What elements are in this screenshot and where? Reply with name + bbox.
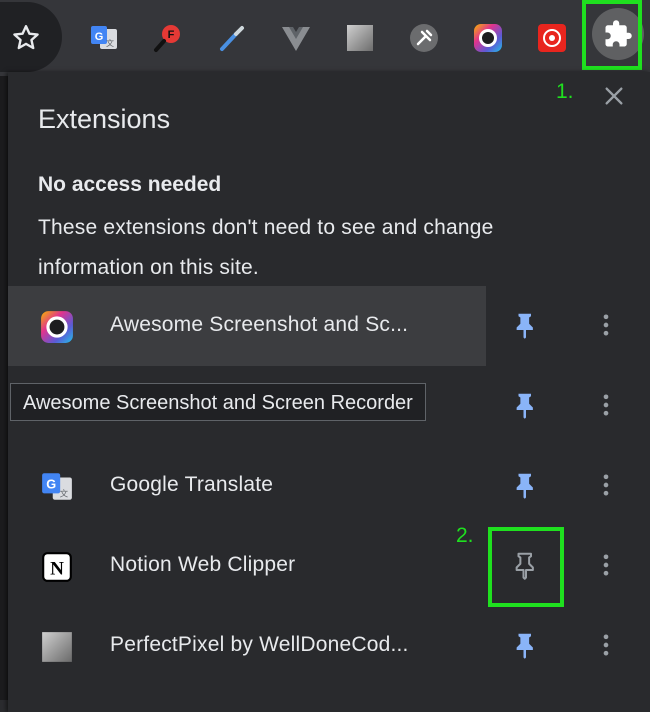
extension-item-perfectpixel[interactable]: PerfectPixel by WellDoneCod... — [8, 606, 650, 686]
browser-toolbar: G 文 F — [0, 0, 650, 76]
more-options-button[interactable] — [592, 630, 620, 660]
awesome-screenshot-icon[interactable] — [472, 20, 504, 56]
svg-text:文: 文 — [106, 38, 114, 48]
notion-icon: N — [40, 550, 74, 584]
more-vert-icon — [603, 474, 609, 496]
more-options-button[interactable] — [592, 310, 620, 340]
extension-label: Awesome Screenshot and Sc... — [110, 313, 409, 336]
pin-button[interactable] — [511, 470, 541, 500]
extensions-highlight-box — [582, 0, 642, 70]
red-recorder-icon[interactable] — [536, 20, 568, 56]
svg-text:G: G — [46, 477, 56, 492]
perfectpixel-icon[interactable] — [344, 20, 376, 56]
tooltip: Awesome Screenshot and Screen Recorder — [10, 383, 426, 421]
awesome-screenshot-icon — [40, 310, 74, 344]
svg-text:N: N — [50, 558, 64, 579]
panel-title: Extensions — [38, 104, 171, 134]
pin-button[interactable] — [511, 310, 541, 340]
extension-label: PerfectPixel by WellDoneCod... — [110, 633, 409, 656]
google-translate-icon: G 文 — [40, 470, 74, 504]
extension-label: Notion Web Clipper — [110, 553, 296, 576]
svg-text:文: 文 — [60, 489, 69, 500]
bookmark-star-icon[interactable] — [10, 21, 42, 55]
more-vert-icon — [603, 634, 609, 656]
svg-text:F: F — [168, 29, 175, 41]
pin-filled-icon — [516, 393, 533, 419]
pin-highlight-box — [488, 527, 564, 607]
extension-label: Google Translate — [110, 473, 274, 496]
color-picker-icon[interactable] — [216, 20, 248, 56]
close-button[interactable] — [600, 82, 628, 110]
more-vert-icon — [603, 554, 609, 576]
step-2-annotation: 2. — [456, 524, 474, 547]
pin-filled-icon — [516, 633, 533, 659]
pin-button[interactable] — [511, 630, 541, 660]
extension-item-awesome-screenshot[interactable]: Awesome Screenshot and Sc... — [8, 286, 650, 366]
more-vert-icon — [603, 314, 609, 336]
more-vert-icon — [603, 394, 609, 416]
section-heading: No access needed — [38, 173, 222, 196]
section-description: These extensions don't need to see and c… — [38, 216, 494, 279]
more-options-button[interactable] — [592, 550, 620, 580]
pin-filled-icon — [516, 313, 533, 339]
pin-filled-icon — [516, 473, 533, 499]
pin-button[interactable] — [511, 390, 541, 420]
step-1-annotation: 1. — [556, 80, 574, 103]
more-options-button[interactable] — [592, 390, 620, 420]
page-edge — [0, 0, 8, 700]
close-icon — [605, 87, 623, 105]
tools-icon[interactable] — [408, 20, 440, 56]
google-translate-icon[interactable]: G 文 — [88, 20, 120, 56]
fontface-ninja-icon[interactable]: F — [152, 20, 184, 56]
vue-devtools-icon[interactable] — [280, 20, 312, 56]
svg-text:G: G — [95, 31, 104, 43]
perfectpixel-icon — [40, 630, 74, 664]
more-options-button[interactable] — [592, 470, 620, 500]
extension-item-google-translate[interactable]: G 文 Google Translate — [8, 446, 650, 526]
